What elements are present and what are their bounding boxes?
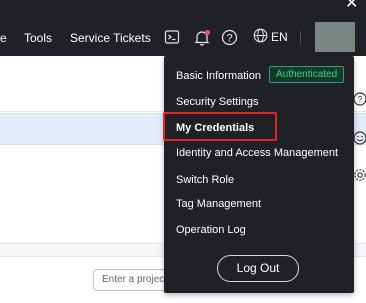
menu-item-security-settings[interactable]: Security Settings [176,95,259,109]
svg-text:?: ? [357,95,362,105]
avatar[interactable] [315,22,355,52]
menu-item-tag-management[interactable]: Tag Management [176,197,261,211]
menu-item-operation-log[interactable]: Operation Log [176,223,246,237]
language-switcher[interactable]: EN [253,28,288,46]
bell-icon[interactable] [193,29,211,47]
top-navigation-bar [0,0,366,56]
close-icon[interactable]: ✕ [345,0,358,12]
terminal-icon[interactable] [164,29,182,47]
svg-text:?: ? [226,33,232,45]
settings-gear-icon[interactable] [353,168,366,182]
nav-item-tools[interactable]: Tools [24,31,52,45]
logout-button[interactable]: Log Out [217,255,299,282]
menu-item-switch-role[interactable]: Switch Role [176,173,234,187]
nav-item-partial[interactable]: e [0,31,7,45]
smiley-icon[interactable] [353,131,366,145]
my-credentials-highlight-box [163,112,277,141]
nav-item-service-tickets[interactable]: Service Tickets [70,31,151,45]
authenticated-status-badge: Authenticated [269,66,345,83]
help-circle-icon[interactable]: ? [353,92,366,106]
help-icon[interactable]: ? [221,29,239,47]
globe-icon [253,28,268,46]
language-label: EN [271,30,288,44]
menu-item-basic-information[interactable]: Basic Information [176,69,261,83]
menu-item-identity-access-management[interactable]: Identity and Access Management [176,146,338,160]
nav-divider [300,31,301,45]
